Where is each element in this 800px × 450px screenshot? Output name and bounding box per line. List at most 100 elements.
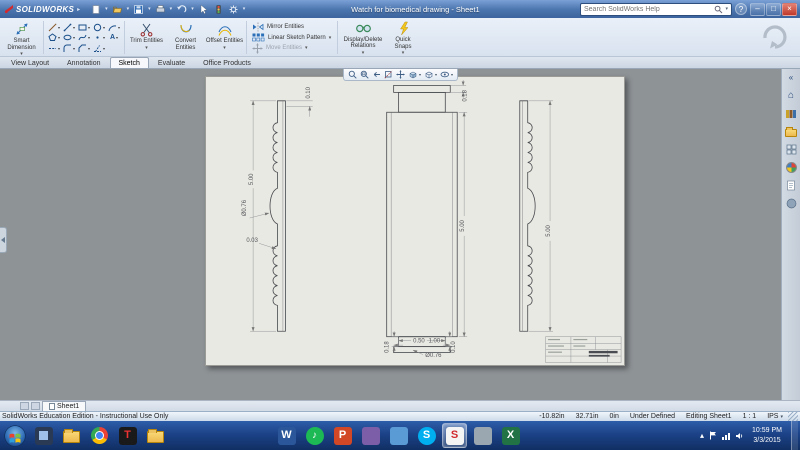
- unit-system-selector[interactable]: IPS ▾: [767, 413, 783, 420]
- view-front-band[interactable]: [387, 85, 458, 352]
- tab-evaluate[interactable]: Evaluate: [149, 57, 194, 68]
- rebuild-button[interactable]: [212, 3, 225, 16]
- dimension-bottom-inner-width[interactable]: 0.50: [413, 339, 425, 345]
- undo-button[interactable]: [175, 3, 188, 16]
- view-orientation-button[interactable]: ▾: [408, 70, 421, 79]
- tab-office-products[interactable]: Office Products: [194, 57, 260, 68]
- dimension-left-diameter[interactable]: Ø0.76: [242, 199, 248, 216]
- dimension-bottom-left-height[interactable]: 0.18: [385, 341, 391, 353]
- taskbar-clock[interactable]: 10:59 PM 3/3/2015: [748, 426, 786, 444]
- tray-expand-icon[interactable]: ▴: [700, 431, 704, 440]
- panel-collapse-handle[interactable]: [0, 227, 7, 253]
- rectangle-tool-button[interactable]: ▾: [77, 22, 91, 32]
- text-tool-button[interactable]: A▾: [107, 33, 121, 43]
- tab-annotation[interactable]: Annotation: [58, 57, 109, 68]
- view-palette-icon[interactable]: [784, 143, 798, 156]
- design-library-icon[interactable]: [784, 107, 798, 120]
- taskbar-excel[interactable]: X: [498, 423, 523, 448]
- taskbar-app-window[interactable]: [31, 423, 56, 448]
- dimension-right-height[interactable]: 5.00: [546, 224, 552, 236]
- taskbar-app-blue[interactable]: [386, 423, 411, 448]
- dimension-bottom-outer-width[interactable]: 1.00: [429, 339, 441, 345]
- arc-tool-button[interactable]: ▾: [107, 22, 121, 32]
- display-delete-relations-button[interactable]: Display/Delete Relations ▾: [340, 19, 386, 56]
- dimension-left-top[interactable]: 0.10: [306, 86, 312, 98]
- taskbar-skype[interactable]: S: [414, 423, 439, 448]
- pan-button[interactable]: [396, 70, 405, 79]
- previous-view-button[interactable]: [372, 70, 381, 79]
- dimension-left-thickness[interactable]: 0.03: [246, 238, 258, 244]
- dimension-left-height[interactable]: 5.00: [249, 173, 255, 185]
- taskbar-chrome[interactable]: [87, 423, 112, 448]
- file-explorer-icon[interactable]: [784, 125, 798, 138]
- search-options-caret-icon[interactable]: ▾: [725, 6, 728, 12]
- taskbar-folder[interactable]: [143, 423, 168, 448]
- save-button[interactable]: [132, 3, 145, 16]
- taskbar-app-t[interactable]: T: [115, 423, 140, 448]
- dimension-mid-height[interactable]: 5.00: [460, 219, 466, 231]
- sheet-nav-prev-button[interactable]: [20, 402, 29, 410]
- taskbar-app-gray[interactable]: [470, 423, 495, 448]
- solidworks-menu-button[interactable]: SOLIDWORKS ▸: [0, 4, 83, 14]
- drawing-sheet[interactable]: 0.10 5.00 Ø0.76 0.03 0.18 5.00 5.00 0.50…: [205, 76, 625, 366]
- sketch-tool-button[interactable]: ▾: [47, 22, 61, 32]
- taskbar-file-explorer[interactable]: [59, 423, 84, 448]
- resize-grip[interactable]: [788, 412, 798, 421]
- smart-dimension-button[interactable]: Smart Dimension ▾: [2, 19, 41, 56]
- offset-entities-button[interactable]: Offset Entities ▾: [205, 19, 244, 56]
- close-button[interactable]: ×: [782, 3, 797, 16]
- maximize-button[interactable]: □: [766, 3, 781, 16]
- action-center-flag-icon[interactable]: [709, 431, 717, 440]
- construction-geometry-button[interactable]: ▾: [92, 43, 106, 53]
- new-document-button[interactable]: [89, 3, 102, 16]
- quick-snaps-button[interactable]: Quick Snaps ▾: [386, 19, 420, 56]
- taskbar-word[interactable]: W: [274, 423, 299, 448]
- minimize-button[interactable]: –: [750, 3, 765, 16]
- trim-entities-button[interactable]: Trim Entities ▾: [127, 19, 166, 56]
- move-entities-button[interactable]: Move Entities ▾: [252, 43, 332, 53]
- linear-sketch-pattern-button[interactable]: Linear Sketch Pattern ▾: [252, 33, 332, 43]
- circle-tool-button[interactable]: ▾: [92, 22, 106, 32]
- polygon-tool-button[interactable]: ▾: [47, 33, 61, 43]
- ellipse-tool-button[interactable]: ▾: [62, 33, 76, 43]
- open-button[interactable]: [111, 3, 124, 16]
- solidworks-resources-icon[interactable]: ⌂: [784, 89, 798, 102]
- taskbar-spotify[interactable]: ♪: [302, 423, 327, 448]
- line-tool-button[interactable]: ▾: [62, 22, 76, 32]
- display-style-button[interactable]: ▾: [424, 70, 437, 79]
- convert-entities-button[interactable]: Convert Entities: [166, 19, 205, 56]
- taskpane-collapse-button[interactable]: «: [784, 71, 798, 84]
- graphics-area[interactable]: ▾ ▾ ▾: [0, 69, 781, 400]
- zoom-fit-button[interactable]: [348, 70, 357, 79]
- centerline-tool-button[interactable]: ▾: [47, 43, 61, 53]
- zoom-area-button[interactable]: [360, 70, 369, 79]
- custom-properties-icon[interactable]: [784, 179, 798, 192]
- tab-view-layout[interactable]: View Layout: [2, 57, 58, 68]
- tab-sketch[interactable]: Sketch: [110, 57, 149, 68]
- hide-show-items-button[interactable]: ▾: [440, 70, 453, 79]
- options-button[interactable]: [227, 3, 240, 16]
- sketch-chamfer-button[interactable]: ▾: [77, 43, 91, 53]
- section-view-button[interactable]: [384, 70, 393, 79]
- dimension-mid-top[interactable]: 0.18: [463, 89, 469, 101]
- network-icon[interactable]: [722, 432, 730, 440]
- taskbar-solidworks[interactable]: S: [442, 423, 467, 448]
- dimension-bottom-diameter[interactable]: Ø0.76: [425, 353, 442, 359]
- point-tool-button[interactable]: ▾: [92, 33, 106, 43]
- sheet-nav-next-button[interactable]: [31, 402, 40, 410]
- show-desktop-button[interactable]: [791, 421, 798, 450]
- mirror-entities-button[interactable]: Mirror Entities: [252, 22, 332, 32]
- start-button[interactable]: [2, 423, 28, 449]
- select-button[interactable]: [197, 3, 210, 16]
- taskbar-powerpoint[interactable]: P: [330, 423, 355, 448]
- search-input[interactable]: [584, 6, 712, 13]
- sheet-tab-sheet1[interactable]: Sheet1: [42, 401, 86, 411]
- forum-icon[interactable]: [784, 197, 798, 210]
- help-search-box[interactable]: ▾: [580, 3, 732, 16]
- sketch-fillet-button[interactable]: ▾: [62, 43, 76, 53]
- spline-tool-button[interactable]: ▾: [77, 33, 91, 43]
- taskbar-app-purple[interactable]: [358, 423, 383, 448]
- dimension-bottom-right-height[interactable]: 0.10: [451, 341, 457, 353]
- print-button[interactable]: [154, 3, 167, 16]
- appearances-icon[interactable]: [784, 161, 798, 174]
